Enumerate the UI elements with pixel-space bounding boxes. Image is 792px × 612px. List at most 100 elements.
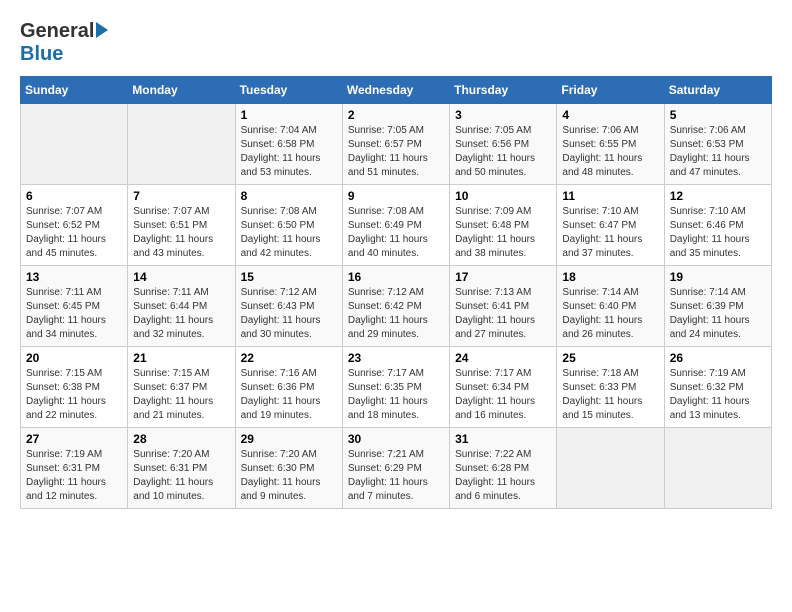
calendar-cell: 24Sunrise: 7:17 AMSunset: 6:34 PMDayligh…	[450, 347, 557, 428]
day-number: 16	[348, 270, 444, 284]
day-number: 30	[348, 432, 444, 446]
day-header-sunday: Sunday	[21, 77, 128, 104]
calendar-cell	[21, 104, 128, 185]
calendar-table: SundayMondayTuesdayWednesdayThursdayFrid…	[20, 76, 772, 509]
day-number: 18	[562, 270, 658, 284]
day-number: 6	[26, 189, 122, 203]
day-number: 10	[455, 189, 551, 203]
day-header-friday: Friday	[557, 77, 664, 104]
day-number: 26	[670, 351, 766, 365]
day-info: Sunrise: 7:19 AMSunset: 6:31 PMDaylight:…	[26, 448, 122, 504]
calendar-cell: 12Sunrise: 7:10 AMSunset: 6:46 PMDayligh…	[664, 185, 771, 266]
day-number: 20	[26, 351, 122, 365]
calendar-cell: 10Sunrise: 7:09 AMSunset: 6:48 PMDayligh…	[450, 185, 557, 266]
day-info: Sunrise: 7:11 AMSunset: 6:44 PMDaylight:…	[133, 286, 229, 342]
calendar-cell: 21 Sunrise: 7:15 AMSunset: 6:37 PMDayligh…	[128, 347, 235, 428]
day-number: 12	[670, 189, 766, 203]
calendar-week-1: 1Sunrise: 7:04 AMSunset: 6:58 PMDaylight…	[21, 104, 772, 185]
calendar-cell: 26 Sunrise: 7:19 AMSunset: 6:32 PMDayligh…	[664, 347, 771, 428]
day-info: Sunrise: 7:15 AMSunset: 6:37 PMDaylight:…	[133, 367, 229, 423]
calendar-cell: 5 Sunrise: 7:06 AMSunset: 6:53 PMDaylight…	[664, 104, 771, 185]
day-number: 13	[26, 270, 122, 284]
calendar-cell: 9Sunrise: 7:08 AMSunset: 6:49 PMDaylight…	[342, 185, 449, 266]
day-number: 28	[133, 432, 229, 446]
day-header-tuesday: Tuesday	[235, 77, 342, 104]
day-header-thursday: Thursday	[450, 77, 557, 104]
page-header: General Blue	[20, 20, 772, 66]
day-number: 17	[455, 270, 551, 284]
day-number: 14	[133, 270, 229, 284]
day-number: 21	[133, 351, 229, 365]
day-info: Sunrise: 7:15 AMSunset: 6:38 PMDaylight:…	[26, 367, 122, 423]
logo-general: General	[20, 20, 94, 43]
day-info: Sunrise: 7:12 AMSunset: 6:43 PMDaylight:…	[241, 286, 337, 342]
day-info: Sunrise: 7:17 AMSunset: 6:34 PMDaylight:…	[455, 367, 551, 423]
day-number: 2	[348, 108, 444, 122]
calendar-week-2: 6 Sunrise: 7:07 AMSunset: 6:52 PMDaylight…	[21, 185, 772, 266]
day-info: Sunrise: 7:04 AMSunset: 6:58 PMDaylight:…	[241, 124, 337, 180]
calendar-cell	[128, 104, 235, 185]
day-info: Sunrise: 7:07 AMSunset: 6:51 PMDaylight:…	[133, 205, 229, 261]
calendar-week-5: 27 Sunrise: 7:19 AMSunset: 6:31 PMDayligh…	[21, 428, 772, 509]
day-info: Sunrise: 7:08 AMSunset: 6:49 PMDaylight:…	[348, 205, 444, 261]
calendar-cell: 4 Sunrise: 7:06 AMSunset: 6:55 PMDaylight…	[557, 104, 664, 185]
calendar-cell: 29Sunrise: 7:20 AMSunset: 6:30 PMDayligh…	[235, 428, 342, 509]
day-info: Sunrise: 7:14 AMSunset: 6:39 PMDaylight:…	[670, 286, 766, 342]
day-info: Sunrise: 7:12 AMSunset: 6:42 PMDaylight:…	[348, 286, 444, 342]
day-info: Sunrise: 7:06 AMSunset: 6:55 PMDaylight:…	[562, 124, 658, 180]
day-info: Sunrise: 7:08 AMSunset: 6:50 PMDaylight:…	[241, 205, 337, 261]
day-number: 11	[562, 189, 658, 203]
calendar-cell: 17Sunrise: 7:13 AMSunset: 6:41 PMDayligh…	[450, 266, 557, 347]
day-info: Sunrise: 7:11 AMSunset: 6:45 PMDaylight:…	[26, 286, 122, 342]
calendar-cell: 31Sunrise: 7:22 AMSunset: 6:28 PMDayligh…	[450, 428, 557, 509]
day-info: Sunrise: 7:19 AMSunset: 6:32 PMDaylight:…	[670, 367, 766, 423]
calendar-cell: 6 Sunrise: 7:07 AMSunset: 6:52 PMDaylight…	[21, 185, 128, 266]
day-number: 27	[26, 432, 122, 446]
calendar-cell: 7 Sunrise: 7:07 AMSunset: 6:51 PMDaylight…	[128, 185, 235, 266]
calendar-cell: 8 Sunrise: 7:08 AMSunset: 6:50 PMDaylight…	[235, 185, 342, 266]
day-header-monday: Monday	[128, 77, 235, 104]
day-number: 4	[562, 108, 658, 122]
logo-blue: Blue	[20, 43, 63, 66]
day-number: 8	[241, 189, 337, 203]
day-header-wednesday: Wednesday	[342, 77, 449, 104]
day-number: 15	[241, 270, 337, 284]
calendar-cell: 28Sunrise: 7:20 AMSunset: 6:31 PMDayligh…	[128, 428, 235, 509]
calendar-cell: 27 Sunrise: 7:19 AMSunset: 6:31 PMDayligh…	[21, 428, 128, 509]
day-number: 19	[670, 270, 766, 284]
calendar-cell: 18 Sunrise: 7:14 AMSunset: 6:40 PMDayligh…	[557, 266, 664, 347]
day-info: Sunrise: 7:14 AMSunset: 6:40 PMDaylight:…	[562, 286, 658, 342]
calendar-cell: 13 Sunrise: 7:11 AMSunset: 6:45 PMDayligh…	[21, 266, 128, 347]
day-info: Sunrise: 7:10 AMSunset: 6:47 PMDaylight:…	[562, 205, 658, 261]
day-info: Sunrise: 7:16 AMSunset: 6:36 PMDaylight:…	[241, 367, 337, 423]
calendar-cell: 20 Sunrise: 7:15 AMSunset: 6:38 PMDayligh…	[21, 347, 128, 428]
calendar-cell: 16 Sunrise: 7:12 AMSunset: 6:42 PMDayligh…	[342, 266, 449, 347]
calendar-cell: 3 Sunrise: 7:05 AMSunset: 6:56 PMDaylight…	[450, 104, 557, 185]
day-number: 31	[455, 432, 551, 446]
day-number: 5	[670, 108, 766, 122]
day-info: Sunrise: 7:21 AMSunset: 6:29 PMDaylight:…	[348, 448, 444, 504]
day-info: Sunrise: 7:06 AMSunset: 6:53 PMDaylight:…	[670, 124, 766, 180]
day-number: 25	[562, 351, 658, 365]
calendar-week-3: 13 Sunrise: 7:11 AMSunset: 6:45 PMDayligh…	[21, 266, 772, 347]
day-number: 23	[348, 351, 444, 365]
calendar-cell	[664, 428, 771, 509]
day-info: Sunrise: 7:07 AMSunset: 6:52 PMDaylight:…	[26, 205, 122, 261]
calendar-week-4: 20 Sunrise: 7:15 AMSunset: 6:38 PMDayligh…	[21, 347, 772, 428]
day-number: 22	[241, 351, 337, 365]
day-info: Sunrise: 7:20 AMSunset: 6:30 PMDaylight:…	[241, 448, 337, 504]
day-number: 7	[133, 189, 229, 203]
calendar-cell: 23Sunrise: 7:17 AMSunset: 6:35 PMDayligh…	[342, 347, 449, 428]
day-info: Sunrise: 7:05 AMSunset: 6:57 PMDaylight:…	[348, 124, 444, 180]
logo: General Blue	[20, 20, 108, 66]
calendar-cell: 19 Sunrise: 7:14 AMSunset: 6:39 PMDayligh…	[664, 266, 771, 347]
calendar-cell: 25 Sunrise: 7:18 AMSunset: 6:33 PMDayligh…	[557, 347, 664, 428]
day-number: 3	[455, 108, 551, 122]
day-info: Sunrise: 7:05 AMSunset: 6:56 PMDaylight:…	[455, 124, 551, 180]
calendar-cell: 1Sunrise: 7:04 AMSunset: 6:58 PMDaylight…	[235, 104, 342, 185]
calendar-header-row: SundayMondayTuesdayWednesdayThursdayFrid…	[21, 77, 772, 104]
calendar-cell	[557, 428, 664, 509]
calendar-cell: 11 Sunrise: 7:10 AMSunset: 6:47 PMDayligh…	[557, 185, 664, 266]
day-header-saturday: Saturday	[664, 77, 771, 104]
day-info: Sunrise: 7:18 AMSunset: 6:33 PMDaylight:…	[562, 367, 658, 423]
